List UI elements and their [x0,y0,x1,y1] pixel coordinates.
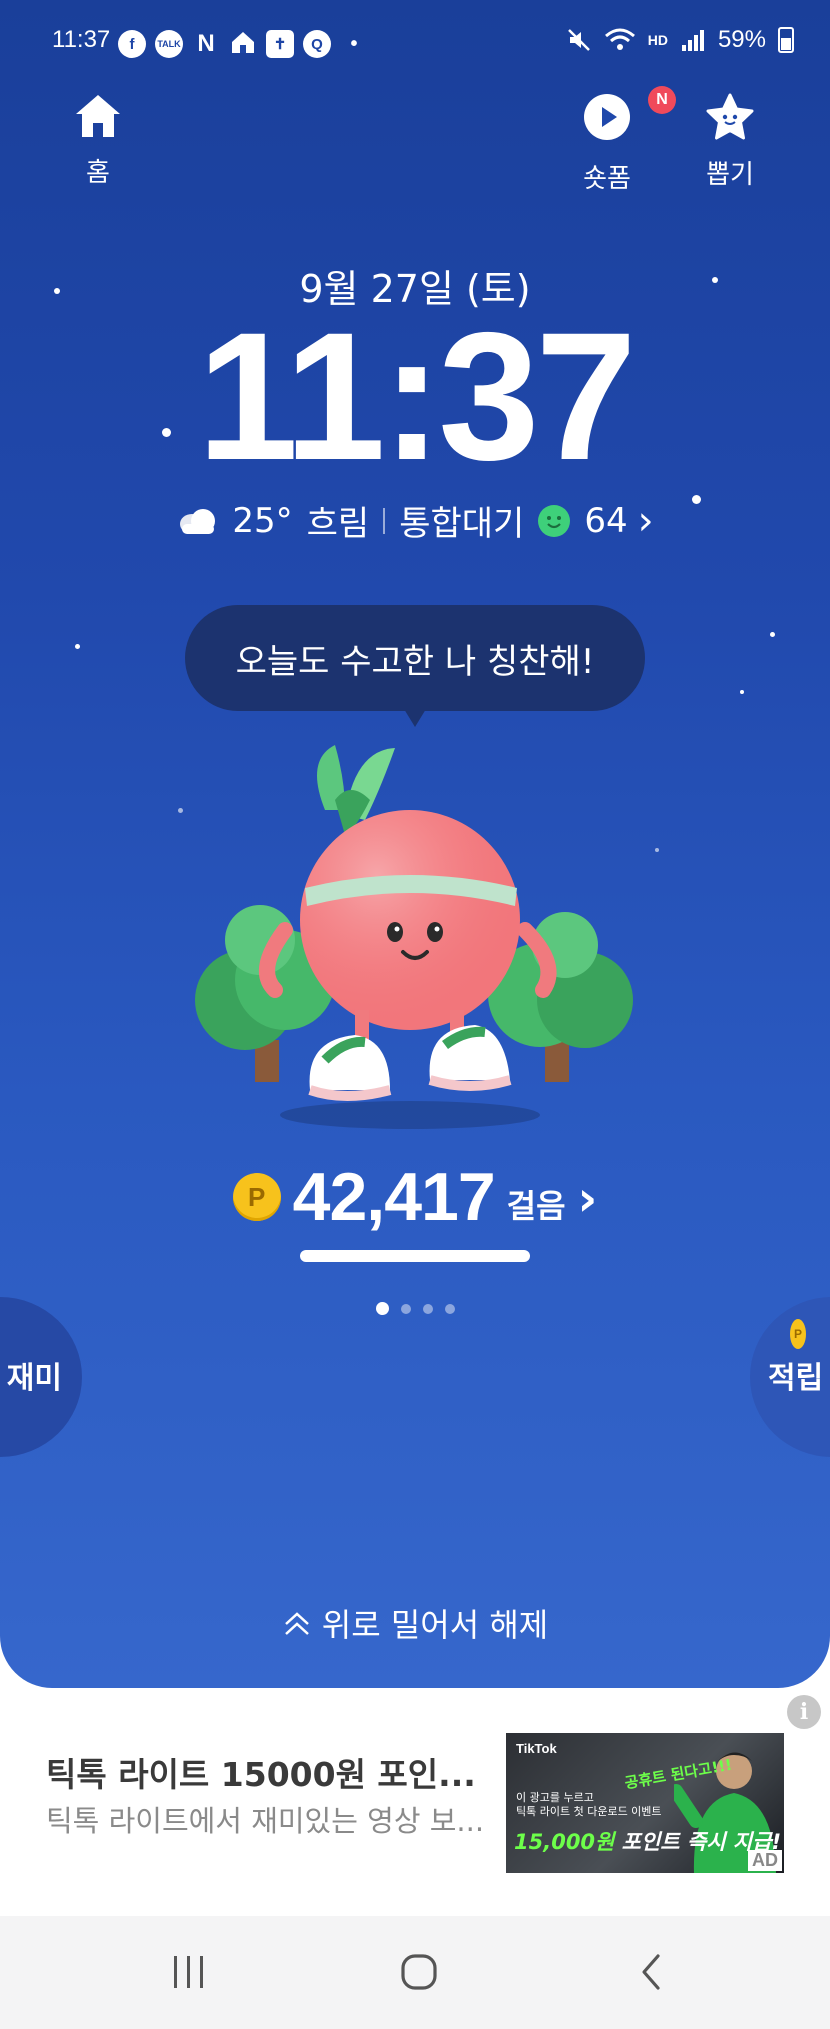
swipe-up-to-unlock[interactable]: 위로 밀어서 해제 [0,1600,830,1646]
nav-home[interactable]: 홈 [43,92,153,189]
ad-small-line-1: 이 광고를 누르고 [516,1791,594,1804]
bible-app-icon: ✝ [266,30,294,58]
facebook-icon: f [118,30,146,58]
bubble-tail [404,709,426,727]
ad-title[interactable]: 틱톡 라이트 15000원 포인... [46,1748,476,1796]
mute-icon [567,29,590,51]
star [770,632,775,637]
status-time: 11:37 [52,26,111,53]
home-button[interactable] [396,1952,442,1992]
chevron-right-icon: › [637,497,654,544]
fun-tab-label: 재미 [6,1361,62,1396]
cheer-text: 오늘도 수고한 나 칭찬해! [235,641,595,682]
battery-icon [778,27,794,53]
page-dot [422,1303,433,1314]
page-dot [375,1302,389,1315]
status-right: HD 59% [566,26,794,54]
play-icon [584,94,630,140]
status-bar: 11:37 f TALK N ✝ Q • HD 59% [0,0,830,84]
naver-icon: N [197,30,215,57]
battery-percent: 59% [717,26,766,53]
fun-tab[interactable]: 재미 [0,1297,82,1457]
ad-image[interactable]: TikTok 공휴트 된다고!!! 이 광고를 누르고 틱톡 라이트 첫 다운로드… [506,1733,784,1873]
wifi-icon [604,28,635,50]
system-nav-bar [0,1916,830,2029]
unlock-text: 위로 밀어서 해제 [321,1606,549,1644]
more-notifications-dot: • [350,32,358,55]
page-indicator [0,1302,830,1315]
lock-clock: 11:37 [197,294,636,498]
ad-small-text: 이 광고를 누르고 틱톡 라이트 첫 다운로드 이벤트 [516,1791,662,1819]
nav-draw[interactable]: 뽑기 [675,92,785,191]
kakaotalk-icon: TALK [155,30,183,58]
earn-tab-label: 적립 [768,1361,824,1396]
back-button[interactable] [628,1952,674,1992]
cloud-icon [180,508,216,534]
star [740,690,744,694]
star-icon [706,93,754,140]
chevron-right-icon: › [577,1171,598,1227]
lock-panel[interactable]: 11:37 f TALK N ✝ Q • HD 59% 홈 N 숏폼 뽑기 9월… [0,0,830,1688]
page-dot [400,1303,411,1314]
page-dot [444,1303,455,1314]
recent-apps-icon [174,1956,203,1988]
play-icon-wrap: N [582,86,676,146]
home-app-icon [229,28,257,60]
home-circle-icon [401,1954,437,1990]
ad-headline: 15,000원 포인트 즉시 지급! [514,1826,781,1856]
info-icon[interactable]: i [787,1695,821,1729]
nav-shortform[interactable]: N 숏폼 [552,86,676,195]
earn-tab[interactable]: P 적립 [750,1297,830,1457]
double-chevron-up-icon [284,1612,309,1635]
lock-screen: 11:37 f TALK N ✝ Q • HD 59% 홈 N 숏폼 뽑기 9월… [0,0,830,2029]
weather-row[interactable]: 25° 흐림 통합대기 64 › [0,496,830,545]
back-icon [642,1954,660,1990]
point-coin-icon: P [232,1173,281,1221]
step-progress-bar [300,1250,530,1262]
step-counter[interactable]: P 42,417 걸음 › [0,1158,830,1236]
radish-character-illustration[interactable] [195,740,635,1140]
step-count: 42,417 [292,1159,496,1235]
ad-description[interactable]: 틱톡 라이트에서 재미있는 영상 보... [46,1798,484,1840]
weather-condition: 흐림 [306,504,370,544]
home-icon [76,95,120,137]
notification-icons: f TALK N ✝ Q • [118,28,368,60]
star [655,848,659,852]
ad-small-line-2: 틱톡 라이트 첫 다운로드 이벤트 [516,1805,662,1818]
step-unit: 걸음 [506,1187,566,1225]
air-quality-label: 통합대기 [399,504,525,544]
tiktok-logo: TikTok [516,1741,557,1756]
weather-temp: 25° [232,500,293,541]
nav-draw-label: 뽑기 [706,160,754,190]
weather-separator [383,507,386,534]
ad-tag: AD [748,1850,782,1871]
air-quality-value: 64 [584,500,628,541]
star [75,644,80,649]
good-air-face-icon [538,504,571,537]
search-app-icon: Q [303,30,331,58]
nav-home-label: 홈 [86,158,110,188]
nav-shortform-label: 숏폼 [583,164,631,194]
coin-icon: P [790,1319,806,1349]
recent-apps-button[interactable] [166,1952,212,1992]
new-badge: N [648,86,676,114]
hd-voice-label: HD [647,32,668,48]
star [178,808,183,813]
ad-amount: 15,000원 [514,1830,615,1854]
cheer-bubble: 오늘도 수고한 나 칭찬해! [185,605,645,711]
signal-icon [681,30,704,51]
